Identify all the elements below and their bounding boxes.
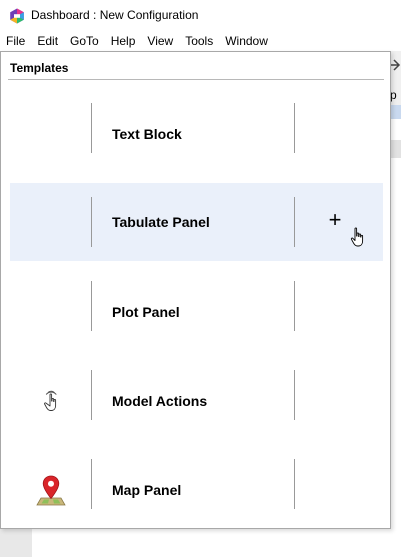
column-separator bbox=[294, 370, 295, 420]
hand-cursor-icon bbox=[350, 227, 364, 247]
add-template-button[interactable]: + bbox=[295, 183, 383, 261]
template-map-panel[interactable]: Map Panel bbox=[10, 445, 383, 534]
template-label: Text Block bbox=[112, 125, 182, 142]
column-separator bbox=[91, 370, 92, 420]
app-logo-icon bbox=[10, 8, 24, 24]
column-separator bbox=[294, 459, 295, 509]
window-title: Dashboard : New Configuration bbox=[31, 8, 199, 22]
template-label: Plot Panel bbox=[112, 303, 180, 320]
menu-view[interactable]: View bbox=[141, 34, 179, 48]
template-icon-cell bbox=[10, 445, 91, 534]
title-bar: Dashboard : New Configuration bbox=[0, 0, 401, 31]
template-icon-cell bbox=[10, 267, 91, 356]
template-label: Model Actions bbox=[112, 392, 208, 409]
header-divider bbox=[8, 79, 384, 80]
template-label: Tabulate Panel bbox=[112, 214, 210, 230]
template-icon-cell bbox=[10, 356, 91, 445]
template-model-actions[interactable]: Model Actions bbox=[10, 356, 383, 445]
template-label: Map Panel bbox=[112, 481, 182, 498]
template-text-block[interactable]: Text Block bbox=[10, 89, 383, 178]
template-plot-panel[interactable]: Plot Panel bbox=[10, 267, 383, 356]
menu-bar: File Edit GoTo Help View Tools Window bbox=[0, 31, 401, 51]
template-list: Text Block Tabulate Panel + Plot Panel M… bbox=[10, 89, 383, 534]
template-tabulate-panel[interactable]: Tabulate Panel + bbox=[10, 183, 383, 261]
map-pin-icon bbox=[35, 475, 66, 505]
menu-help[interactable]: Help bbox=[105, 34, 142, 48]
templates-popup: Templates Text Block Tabulate Panel + Pl… bbox=[0, 51, 391, 529]
column-separator bbox=[91, 197, 92, 247]
hand-pointer-icon bbox=[43, 390, 57, 411]
popup-header: Templates bbox=[10, 61, 69, 75]
menu-goto[interactable]: GoTo bbox=[64, 34, 105, 48]
menu-edit[interactable]: Edit bbox=[31, 34, 64, 48]
template-icon-cell bbox=[10, 89, 91, 178]
column-separator bbox=[91, 459, 92, 509]
menu-tools[interactable]: Tools bbox=[179, 34, 219, 48]
plus-icon[interactable]: + bbox=[329, 209, 342, 231]
column-separator bbox=[294, 281, 295, 331]
menu-window[interactable]: Window bbox=[219, 34, 274, 48]
column-separator bbox=[91, 281, 92, 331]
background-tab-fragment[interactable]: p bbox=[390, 88, 397, 102]
menu-file[interactable]: File bbox=[0, 34, 31, 48]
column-separator bbox=[91, 103, 92, 153]
column-separator bbox=[294, 103, 295, 153]
template-icon-cell bbox=[10, 183, 91, 261]
